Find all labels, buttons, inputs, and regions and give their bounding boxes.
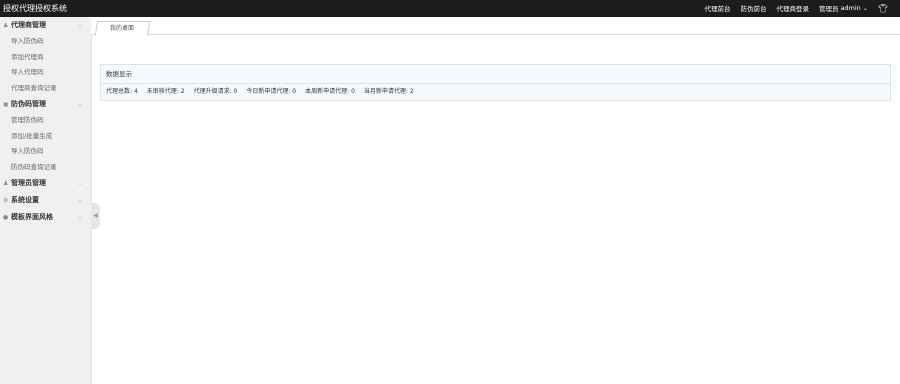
stat-item: 代理升级请求: 0 xyxy=(193,88,238,95)
stat-item: 本周新申请代理: 0 xyxy=(305,88,355,95)
sidebar-group-admins[interactable]: ♟ 管理员管理 ⌄ xyxy=(0,175,91,192)
app-title: 授权代理授权系统 xyxy=(3,4,67,13)
panel-title: 数据显示 xyxy=(101,65,890,84)
chevron-left-icon: ◀ xyxy=(93,212,98,219)
chevron-down-icon: ⌄ xyxy=(77,213,83,221)
sidebar-item-import-agent-codes[interactable]: 导入代理码 xyxy=(0,65,91,81)
sidebar-group-templates[interactable]: ● 模板界面风格 ⌄ xyxy=(0,209,91,226)
sidebar-group-label: 防伪码管理 xyxy=(11,100,46,108)
stats-row: 代理总数: 4 未审核代理: 2 代理升级请求: 0 今日新申请代理: 0 本周… xyxy=(101,84,890,100)
chevron-down-icon: ⌄ xyxy=(77,21,83,29)
stat-item: 未审核代理: 2 xyxy=(146,88,185,95)
person-icon: ♟ xyxy=(3,180,9,187)
sidebar-item-agent-query-log[interactable]: 代理商查询记录 xyxy=(0,81,91,97)
user-menu[interactable]: 管理员 admin ⌄ xyxy=(819,3,868,13)
stats-panel: 数据显示 代理总数: 4 未审核代理: 2 代理升级请求: 0 今日新申请代理:… xyxy=(100,64,891,101)
sidebar-item-code-query-log[interactable]: 防伪码查询记录 xyxy=(0,160,91,176)
nav-link-antifake-front[interactable]: 防伪前台 xyxy=(740,3,766,13)
tab-bar: 我的桌面 xyxy=(91,17,900,36)
gear-icon: ⚙ xyxy=(3,197,9,204)
sidebar-group-label: 管理员管理 xyxy=(11,179,46,187)
chevron-down-icon: ⌄ xyxy=(77,179,83,187)
chevron-down-icon: ⌄ xyxy=(77,100,83,108)
sidebar-group-label: 模板界面风格 xyxy=(11,213,53,221)
top-bar: 授权代理授权系统 代理前台 防伪前台 代理商登录 管理员 admin ⌄ 👕︎ xyxy=(0,0,900,17)
sidebar-item-manage-codes[interactable]: 管理防伪码 xyxy=(0,113,91,129)
shirt-icon[interactable]: 👕︎ xyxy=(878,4,888,13)
sidebar-collapse-button[interactable]: ◀ xyxy=(91,203,100,229)
circle-icon: ● xyxy=(3,214,9,221)
nav-link-agent-front[interactable]: 代理前台 xyxy=(704,3,730,13)
sidebar-item-batch-generate[interactable]: 添加/批量生成 xyxy=(0,129,91,145)
sidebar-group-antifake[interactable]: ▣ 防伪码管理 ⌄ xyxy=(0,96,91,113)
card-icon: ▣ xyxy=(3,101,9,108)
stat-item: 代理总数: 4 xyxy=(106,88,138,95)
admin-label: 管理员 xyxy=(818,5,839,13)
sidebar-item-import-codes[interactable]: 导入防伪码 xyxy=(0,34,91,50)
chevron-down-icon: ⌄ xyxy=(77,196,83,204)
stat-item: 当月新申请代理: 2 xyxy=(363,88,414,95)
sidebar-group-label: 系统设置 xyxy=(11,196,39,204)
tab-label: 我的桌面 xyxy=(110,25,135,32)
nav-link-agent-login[interactable]: 代理商登录 xyxy=(776,3,809,13)
sidebar: ♟ 代理商管理 ⌄ 导入防伪码 添加代理商 导入代理码 代理商查询记录 ▣ 防伪码管… xyxy=(0,17,92,384)
tab-my-desktop[interactable]: 我的桌面 xyxy=(94,21,151,36)
sidebar-item-add-agent[interactable]: 添加代理商 xyxy=(0,50,91,66)
sidebar-group-settings[interactable]: ⚙ 系统设置 ⌄ xyxy=(0,192,91,209)
admin-username: admin xyxy=(840,4,861,12)
top-nav: 代理前台 防伪前台 代理商登录 管理员 admin ⌄ 👕︎ xyxy=(704,3,888,14)
user-icon: ♟ xyxy=(3,22,9,29)
chevron-down-icon: ⌄ xyxy=(862,4,868,12)
sidebar-group-label: 代理商管理 xyxy=(11,21,46,29)
stat-item: 今日新申请代理: 0 xyxy=(246,88,297,95)
sidebar-group-agents[interactable]: ♟ 代理商管理 ⌄ xyxy=(0,17,91,34)
sidebar-item-import-codes-2[interactable]: 导入防伪码 xyxy=(0,144,91,160)
